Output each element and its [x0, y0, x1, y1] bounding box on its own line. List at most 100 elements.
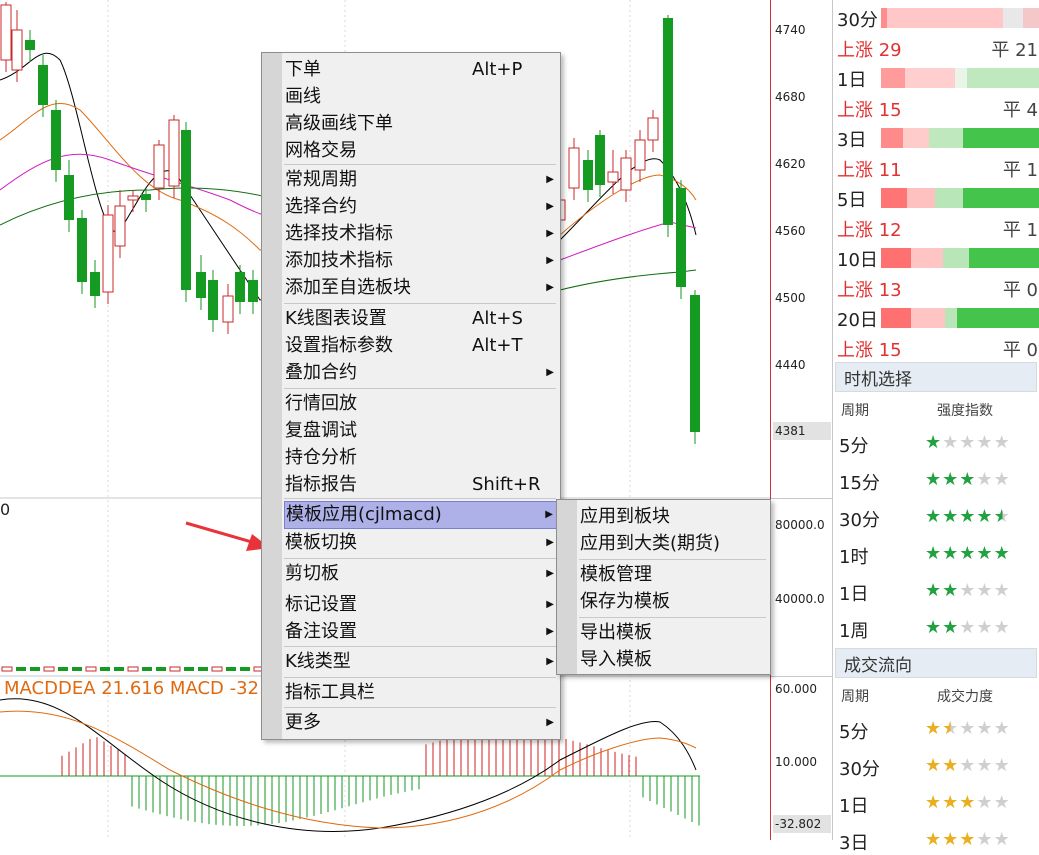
flow-col-strength: 成交力度 [937, 689, 993, 705]
menu-item[interactable]: 剪切板 ▶ [284, 561, 558, 587]
menu-separator [284, 558, 556, 559]
macd-readout: MACDDEA 21.616 MACD -32 [4, 678, 260, 699]
menu-item[interactable]: 下单 Alt+P [284, 57, 558, 83]
candle-body [690, 295, 700, 432]
breadth-bar [881, 8, 1039, 28]
menu-item[interactable]: 行情回放 [284, 391, 558, 417]
star-icon: ★ [942, 617, 960, 638]
volume-bar [156, 667, 166, 671]
menu-item[interactable]: K线图表设置 Alt+S [284, 306, 558, 332]
menu-item-label: K线图表设置 [285, 308, 387, 329]
candle-body [25, 40, 35, 50]
menu-item-label: 标记设置 [285, 594, 357, 615]
menu-item[interactable]: 指标报告 Shift+R [284, 472, 558, 498]
submenu-arrow-icon: ▶ [546, 255, 554, 266]
submenu-arrow-icon: ▶ [546, 282, 554, 293]
star-icon: ★ [959, 617, 977, 638]
breadth-flat-count: 平 0 [1002, 280, 1038, 301]
rating-period: 5分 [839, 722, 869, 743]
star-icon: ★ [925, 718, 943, 739]
submenu-item[interactable]: 保存为模板 [579, 589, 768, 615]
submenu-arrow-icon: ▶ [546, 656, 554, 667]
menu-item-label: 选择技术指标 [285, 223, 393, 244]
menu-item[interactable]: 指标工具栏 [284, 680, 558, 706]
menu-item[interactable]: K线类型 ▶ [284, 649, 558, 675]
menu-item[interactable]: 添加至自选板块 ▶ [284, 275, 558, 301]
candle-body [168, 119, 180, 187]
menu-item[interactable]: 设置指标参数 Alt+T [284, 333, 558, 359]
star-icon: ★ [976, 617, 994, 638]
menu-item[interactable]: 高级画线下单 [284, 111, 558, 137]
menu-item[interactable]: 模板应用(cjlmacd) ▶ [284, 501, 558, 529]
menu-item[interactable]: 标记设置 ▶ [284, 592, 558, 618]
submenu-item-label: 导入模板 [580, 649, 652, 670]
submenu-item[interactable]: 导入模板 [579, 647, 768, 673]
star-icon: ★ [942, 718, 960, 739]
breadth-flat-count: 平 21 [991, 40, 1038, 61]
flow-section-header[interactable]: 成交流向 [835, 648, 1037, 678]
menu-item-label: 更多 [285, 712, 321, 733]
menu-item[interactable]: 叠加合约 ▶ [284, 360, 558, 386]
star-icon: ★ [925, 469, 943, 490]
breadth-bar [881, 188, 1039, 208]
star-icon: ★ [976, 580, 994, 601]
submenu-separator [579, 559, 766, 560]
candle-body [11, 29, 23, 71]
price-tick: 4680 [775, 90, 806, 104]
axis-divider [771, 498, 833, 499]
menu-item[interactable]: 备注设置 ▶ [284, 619, 558, 645]
candle-body [0, 4, 12, 61]
submenu-arrow-icon: ▶ [546, 568, 554, 579]
star-icon: ★ [925, 543, 943, 564]
submenu-item-label: 模板管理 [580, 564, 652, 585]
star-icon: ★ [993, 718, 1011, 739]
menu-item[interactable]: 选择合约 ▶ [284, 194, 558, 220]
menu-item[interactable]: 持仓分析 [284, 445, 558, 471]
submenu-item-label: 应用到板块 [580, 506, 670, 527]
submenu-item[interactable]: 模板管理 [579, 562, 768, 588]
menu-separator [284, 707, 556, 708]
price-tick: 4440 [775, 358, 806, 372]
submenu-item[interactable]: 应用到板块 [579, 504, 768, 530]
menu-item-label: 持仓分析 [285, 447, 357, 468]
star-rating: ★★★★★ [925, 617, 1011, 638]
star-icon: ★ [976, 755, 994, 776]
submenu-arrow-icon: ▶ [546, 174, 554, 185]
star-icon: ★ [942, 543, 960, 564]
menu-item[interactable]: 更多 ▶ [284, 710, 558, 736]
menu-item-label: 备注设置 [285, 621, 357, 642]
star-icon: ★ [993, 580, 1011, 601]
submenu-arrow-icon: ▶ [546, 717, 554, 728]
star-icon: ★ [942, 506, 960, 527]
breadth-up-count: 上涨 13 [837, 280, 902, 301]
price-tick: 4740 [775, 23, 806, 37]
menu-item[interactable]: 模板切换 ▶ [284, 530, 558, 556]
star-icon: ★ [993, 755, 1011, 776]
breadth-flat-count: 平 1 [1002, 220, 1038, 241]
star-rating: ★★★★★ [925, 432, 1011, 453]
template-submenu[interactable]: 应用到板块应用到大类(期货) 模板管理保存为模板导出模板导入模板 [556, 499, 771, 675]
breadth-period: 30分 [837, 10, 878, 31]
submenu-item[interactable]: 应用到大类(期货) [579, 531, 768, 557]
star-icon: ★ [925, 617, 943, 638]
menu-item[interactable]: 常规周期 ▶ [284, 167, 558, 193]
menu-item-label: 常规周期 [285, 169, 357, 190]
menu-item[interactable]: 画线 [284, 84, 558, 110]
chart-context-menu[interactable]: 下单 Alt+P 画线 高级画线下单 网格交易 常规周期 ▶ 选择合约 ▶ 选择技术指标 ▶ 添加技术… [261, 52, 561, 740]
menu-item[interactable]: 选择技术指标 ▶ [284, 221, 558, 247]
rating-period: 1日 [839, 796, 869, 817]
menu-item[interactable]: 复盘调试 [284, 418, 558, 444]
breadth-flat-count: 平 4 [1002, 100, 1038, 121]
submenu-item[interactable]: 导出模板 [579, 620, 768, 646]
menu-item-shortcut: Alt+T [472, 335, 523, 356]
menu-item[interactable]: 网格交易 [284, 138, 558, 164]
volume-bar [58, 667, 68, 671]
breadth-up-count: 上涨 15 [837, 340, 902, 361]
menu-item[interactable]: 添加技术指标 ▶ [284, 248, 558, 274]
price-tick: 4620 [775, 157, 806, 171]
menu-item-label: 选择合约 [285, 196, 357, 217]
macd-histogram [0, 731, 700, 826]
submenu-arrow-icon: ▶ [546, 201, 554, 212]
timing-section-header[interactable]: 时机选择 [835, 362, 1037, 392]
star-icon: ★ [925, 792, 943, 813]
